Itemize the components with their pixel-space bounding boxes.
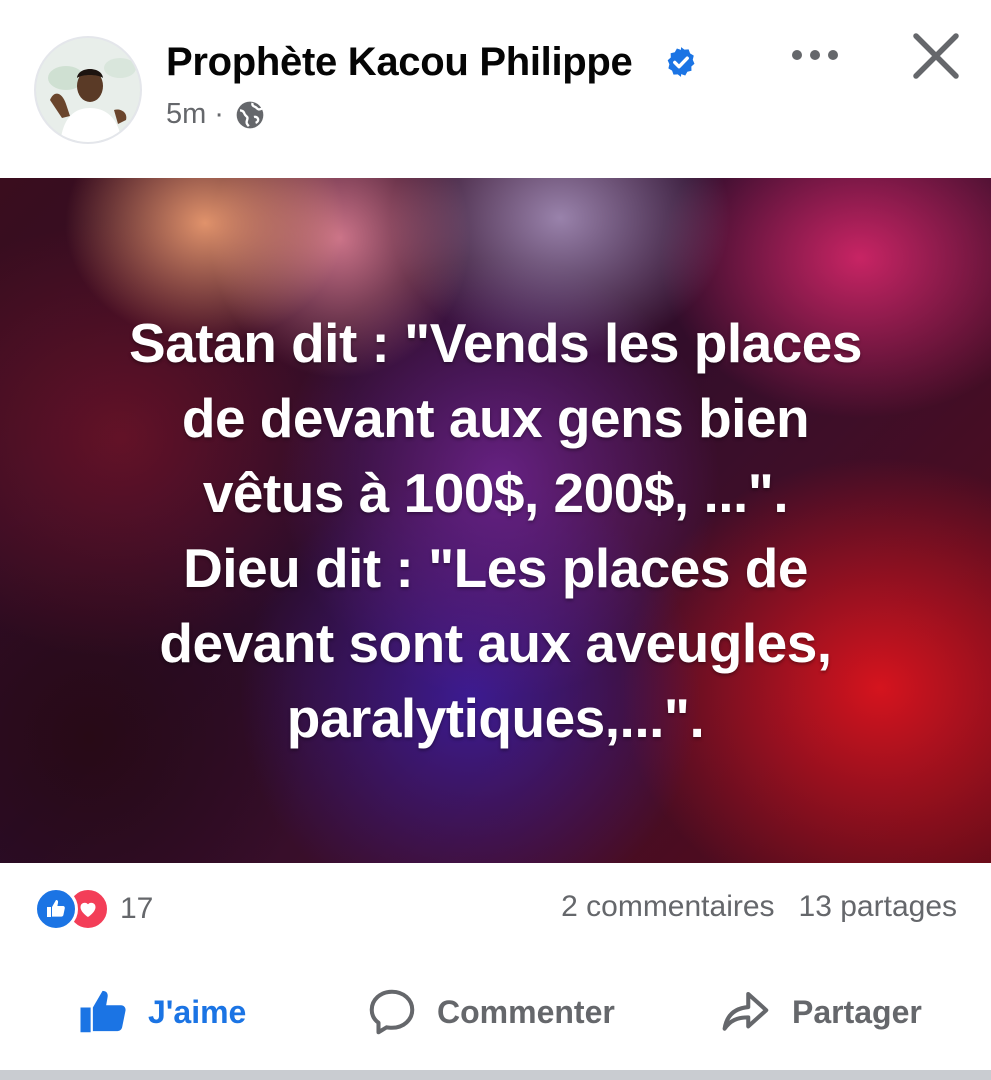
share-label: Partager: [792, 993, 922, 1030]
post-image[interactable]: Satan dit : "Vends les places de devant …: [0, 178, 991, 863]
like-label: J'aime: [148, 993, 247, 1030]
post-time[interactable]: 5m: [166, 98, 206, 131]
comment-bubble-icon: [369, 989, 415, 1035]
quote-line: devant sont aux aveugles,: [159, 612, 832, 674]
share-button[interactable]: Partager: [718, 980, 922, 1044]
author-avatar[interactable]: [34, 36, 142, 144]
like-reaction-icon: [34, 887, 78, 931]
stats-counts: 2 commentaires 13 partages: [561, 890, 957, 924]
quote-line: Dieu dit : "Les places de: [183, 537, 808, 599]
close-icon[interactable]: [910, 30, 962, 82]
shares-count-link[interactable]: 13 partages: [799, 890, 957, 924]
share-arrow-icon: [722, 991, 769, 1031]
comment-label: Commenter: [437, 993, 615, 1030]
like-button[interactable]: J'aime: [76, 980, 246, 1044]
quote-line: paralytiques,...".: [286, 687, 705, 749]
reactions-summary[interactable]: 17: [34, 886, 153, 932]
post-header: Prophète Kacou Philippe 5m ·: [0, 0, 991, 178]
quote-line: Satan dit : "Vends les places: [129, 312, 862, 374]
reaction-count: 17: [120, 892, 154, 925]
more-options-icon[interactable]: [788, 40, 842, 70]
feed-divider: [0, 1070, 991, 1080]
thumbs-up-icon: [80, 990, 126, 1033]
globe-icon: [236, 101, 264, 128]
comments-count-link[interactable]: 2 commentaires: [561, 890, 774, 924]
image-quote-text: Satan dit : "Vends les places de devant …: [0, 306, 991, 756]
quote-line: de devant aux gens bien: [181, 387, 810, 449]
verified-badge-icon: [667, 47, 695, 77]
post-meta: 5m ·: [166, 98, 266, 131]
comment-button[interactable]: Commenter: [365, 980, 615, 1044]
post-card: Prophète Kacou Philippe 5m · Satan dit:…: [0, 0, 991, 1080]
author-name[interactable]: Prophète Kacou Philippe: [166, 40, 633, 85]
avatar-image: [36, 38, 140, 142]
quote-line: vêtus à 100$, 200$, ...".: [202, 462, 789, 524]
meta-separator: ·: [214, 98, 224, 130]
